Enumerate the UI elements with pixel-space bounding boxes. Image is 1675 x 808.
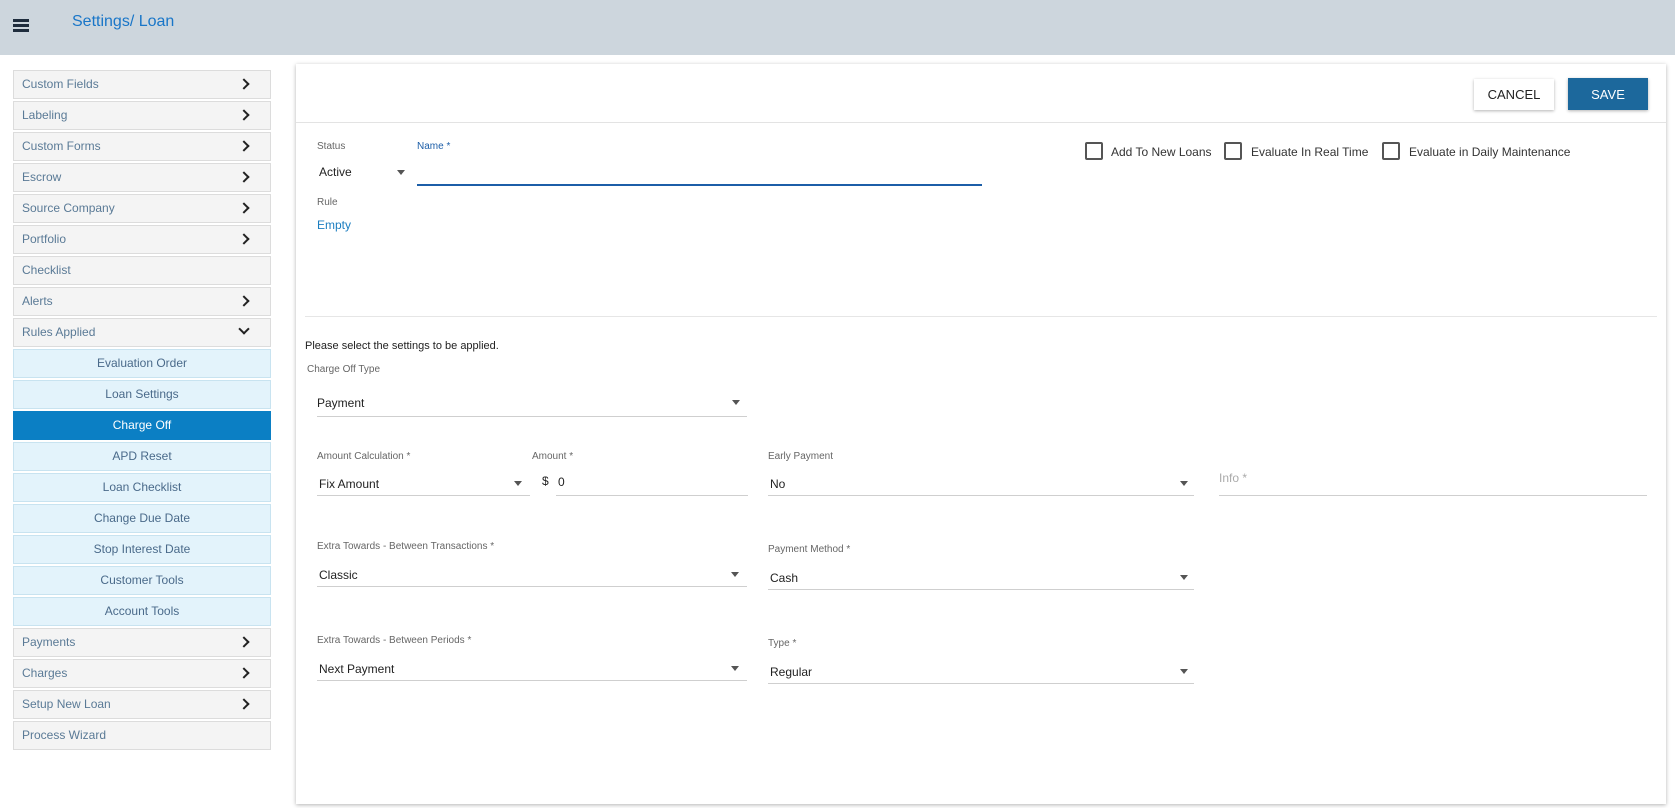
dropdown-caret-icon (1180, 575, 1188, 580)
name-input[interactable] (417, 156, 982, 180)
menu-icon[interactable] (13, 19, 29, 33)
dropdown-caret-icon (1180, 481, 1188, 486)
name-label: Name * (417, 141, 451, 152)
sidebar: Custom Fields Labeling Custom Forms Escr… (13, 70, 271, 752)
charge-off-type-value: Payment (317, 396, 365, 410)
rule-value-link[interactable]: Empty (317, 218, 351, 232)
sidebar-item-charges[interactable]: Charges (13, 659, 271, 688)
sidebar-subitem-loan-settings[interactable]: Loan Settings (13, 380, 271, 409)
info-placeholder: Info * (1219, 471, 1248, 485)
amount-input[interactable]: 0 (558, 475, 565, 489)
extra-periods-select[interactable]: Next Payment (317, 652, 747, 680)
early-payment-select[interactable]: No (768, 467, 1194, 495)
instructions-text: Please select the settings to be applied… (305, 340, 499, 352)
extra-transactions-select[interactable]: Classic (317, 558, 747, 586)
early-payment-label: Early Payment (768, 451, 834, 462)
breadcrumb-separator: / (129, 13, 135, 30)
chevron-down-icon (238, 323, 250, 335)
sidebar-subitem-change-due-date[interactable]: Change Due Date (13, 504, 271, 533)
amount-label: Amount * (532, 451, 574, 462)
payment-method-label: Payment Method * (768, 544, 851, 555)
payment-method-value: Cash (770, 571, 799, 585)
extra-periods-label: Extra Towards - Between Periods * (317, 635, 472, 646)
sidebar-item-alerts[interactable]: Alerts (13, 287, 271, 316)
dropdown-caret-icon (397, 170, 405, 175)
evaluate-daily-label: Evaluate in Daily Maintenance (1409, 145, 1571, 159)
sidebar-subitem-account-tools[interactable]: Account Tools (13, 597, 271, 626)
amount-calculation-value: Fix Amount (319, 477, 380, 491)
chevron-right-icon (238, 295, 250, 307)
dropdown-caret-icon (514, 481, 522, 486)
sidebar-item-custom-fields[interactable]: Custom Fields (13, 70, 271, 99)
cancel-button[interactable]: CANCEL (1474, 79, 1554, 110)
evaluate-daily-checkbox[interactable] (1382, 142, 1400, 160)
chevron-right-icon (238, 78, 250, 90)
dropdown-caret-icon (731, 572, 739, 577)
type-label: Type * (768, 638, 797, 649)
evaluate-real-time-label: Evaluate In Real Time (1251, 145, 1369, 159)
extra-transactions-value: Classic (319, 568, 358, 582)
sidebar-subitem-evaluation-order[interactable]: Evaluation Order (13, 349, 271, 378)
sidebar-subitem-apd-reset[interactable]: APD Reset (13, 442, 271, 471)
section-divider (305, 316, 1657, 317)
sidebar-item-custom-forms[interactable]: Custom Forms (13, 132, 271, 161)
chevron-right-icon (238, 636, 250, 648)
chevron-right-icon (238, 667, 250, 679)
sidebar-item-labeling[interactable]: Labeling (13, 101, 271, 130)
chevron-right-icon (238, 109, 250, 121)
top-bar: Settings/ Loan (0, 0, 1675, 55)
sidebar-item-portfolio[interactable]: Portfolio (13, 225, 271, 254)
charge-off-type-select[interactable]: Payment (317, 384, 747, 416)
name-input-underline (417, 184, 982, 186)
type-value: Regular (770, 665, 813, 679)
rule-label: Rule (317, 197, 338, 208)
breadcrumb: Settings/ Loan (72, 13, 174, 31)
dropdown-caret-icon (1180, 669, 1188, 674)
sidebar-item-escrow[interactable]: Escrow (13, 163, 271, 192)
breadcrumb-settings[interactable]: Settings (72, 13, 130, 31)
sidebar-item-setup-new-loan[interactable]: Setup New Loan (13, 690, 271, 719)
sidebar-subitem-customer-tools[interactable]: Customer Tools (13, 566, 271, 595)
status-value: Active (319, 165, 352, 179)
payment-method-select[interactable]: Cash (768, 561, 1194, 589)
sidebar-item-checklist[interactable]: Checklist (13, 256, 271, 285)
amount-calculation-select[interactable]: Fix Amount (317, 467, 530, 495)
sidebar-subitem-charge-off[interactable]: Charge Off (13, 411, 271, 440)
main-panel: CANCEL SAVE Status Active Name * Add To … (296, 64, 1666, 804)
amount-calculation-label: Amount Calculation * (317, 451, 411, 462)
charge-off-type-label: Charge Off Type (307, 364, 381, 375)
type-select[interactable]: Regular (768, 655, 1194, 683)
save-button[interactable]: SAVE (1568, 78, 1648, 110)
add-to-new-loans-label: Add To New Loans (1111, 145, 1212, 159)
chevron-right-icon (238, 233, 250, 245)
extra-transactions-label: Extra Towards - Between Transactions * (317, 541, 495, 552)
dropdown-caret-icon (731, 666, 739, 671)
chevron-right-icon (238, 698, 250, 710)
status-select[interactable]: Active (317, 156, 410, 184)
extra-periods-value: Next Payment (319, 662, 395, 676)
panel-toolbar: CANCEL SAVE (296, 64, 1666, 123)
info-input[interactable]: Info * (1219, 469, 1647, 495)
sidebar-item-process-wizard[interactable]: Process Wizard (13, 721, 271, 750)
add-to-new-loans-checkbox[interactable] (1085, 142, 1103, 160)
sidebar-subitem-stop-interest-date[interactable]: Stop Interest Date (13, 535, 271, 564)
sidebar-item-source-company[interactable]: Source Company (13, 194, 271, 223)
breadcrumb-loan: Loan (138, 13, 175, 30)
sidebar-subitem-loan-checklist[interactable]: Loan Checklist (13, 473, 271, 502)
chevron-right-icon (238, 140, 250, 152)
early-payment-value: No (770, 477, 786, 491)
amount-currency-prefix: $ (542, 474, 549, 488)
sidebar-item-payments[interactable]: Payments (13, 628, 271, 657)
dropdown-caret-icon (732, 400, 740, 405)
chevron-right-icon (238, 202, 250, 214)
evaluate-real-time-checkbox[interactable] (1224, 142, 1242, 160)
sidebar-item-rules-applied[interactable]: Rules Applied (13, 318, 271, 347)
status-label: Status (317, 141, 346, 152)
chevron-right-icon (238, 171, 250, 183)
